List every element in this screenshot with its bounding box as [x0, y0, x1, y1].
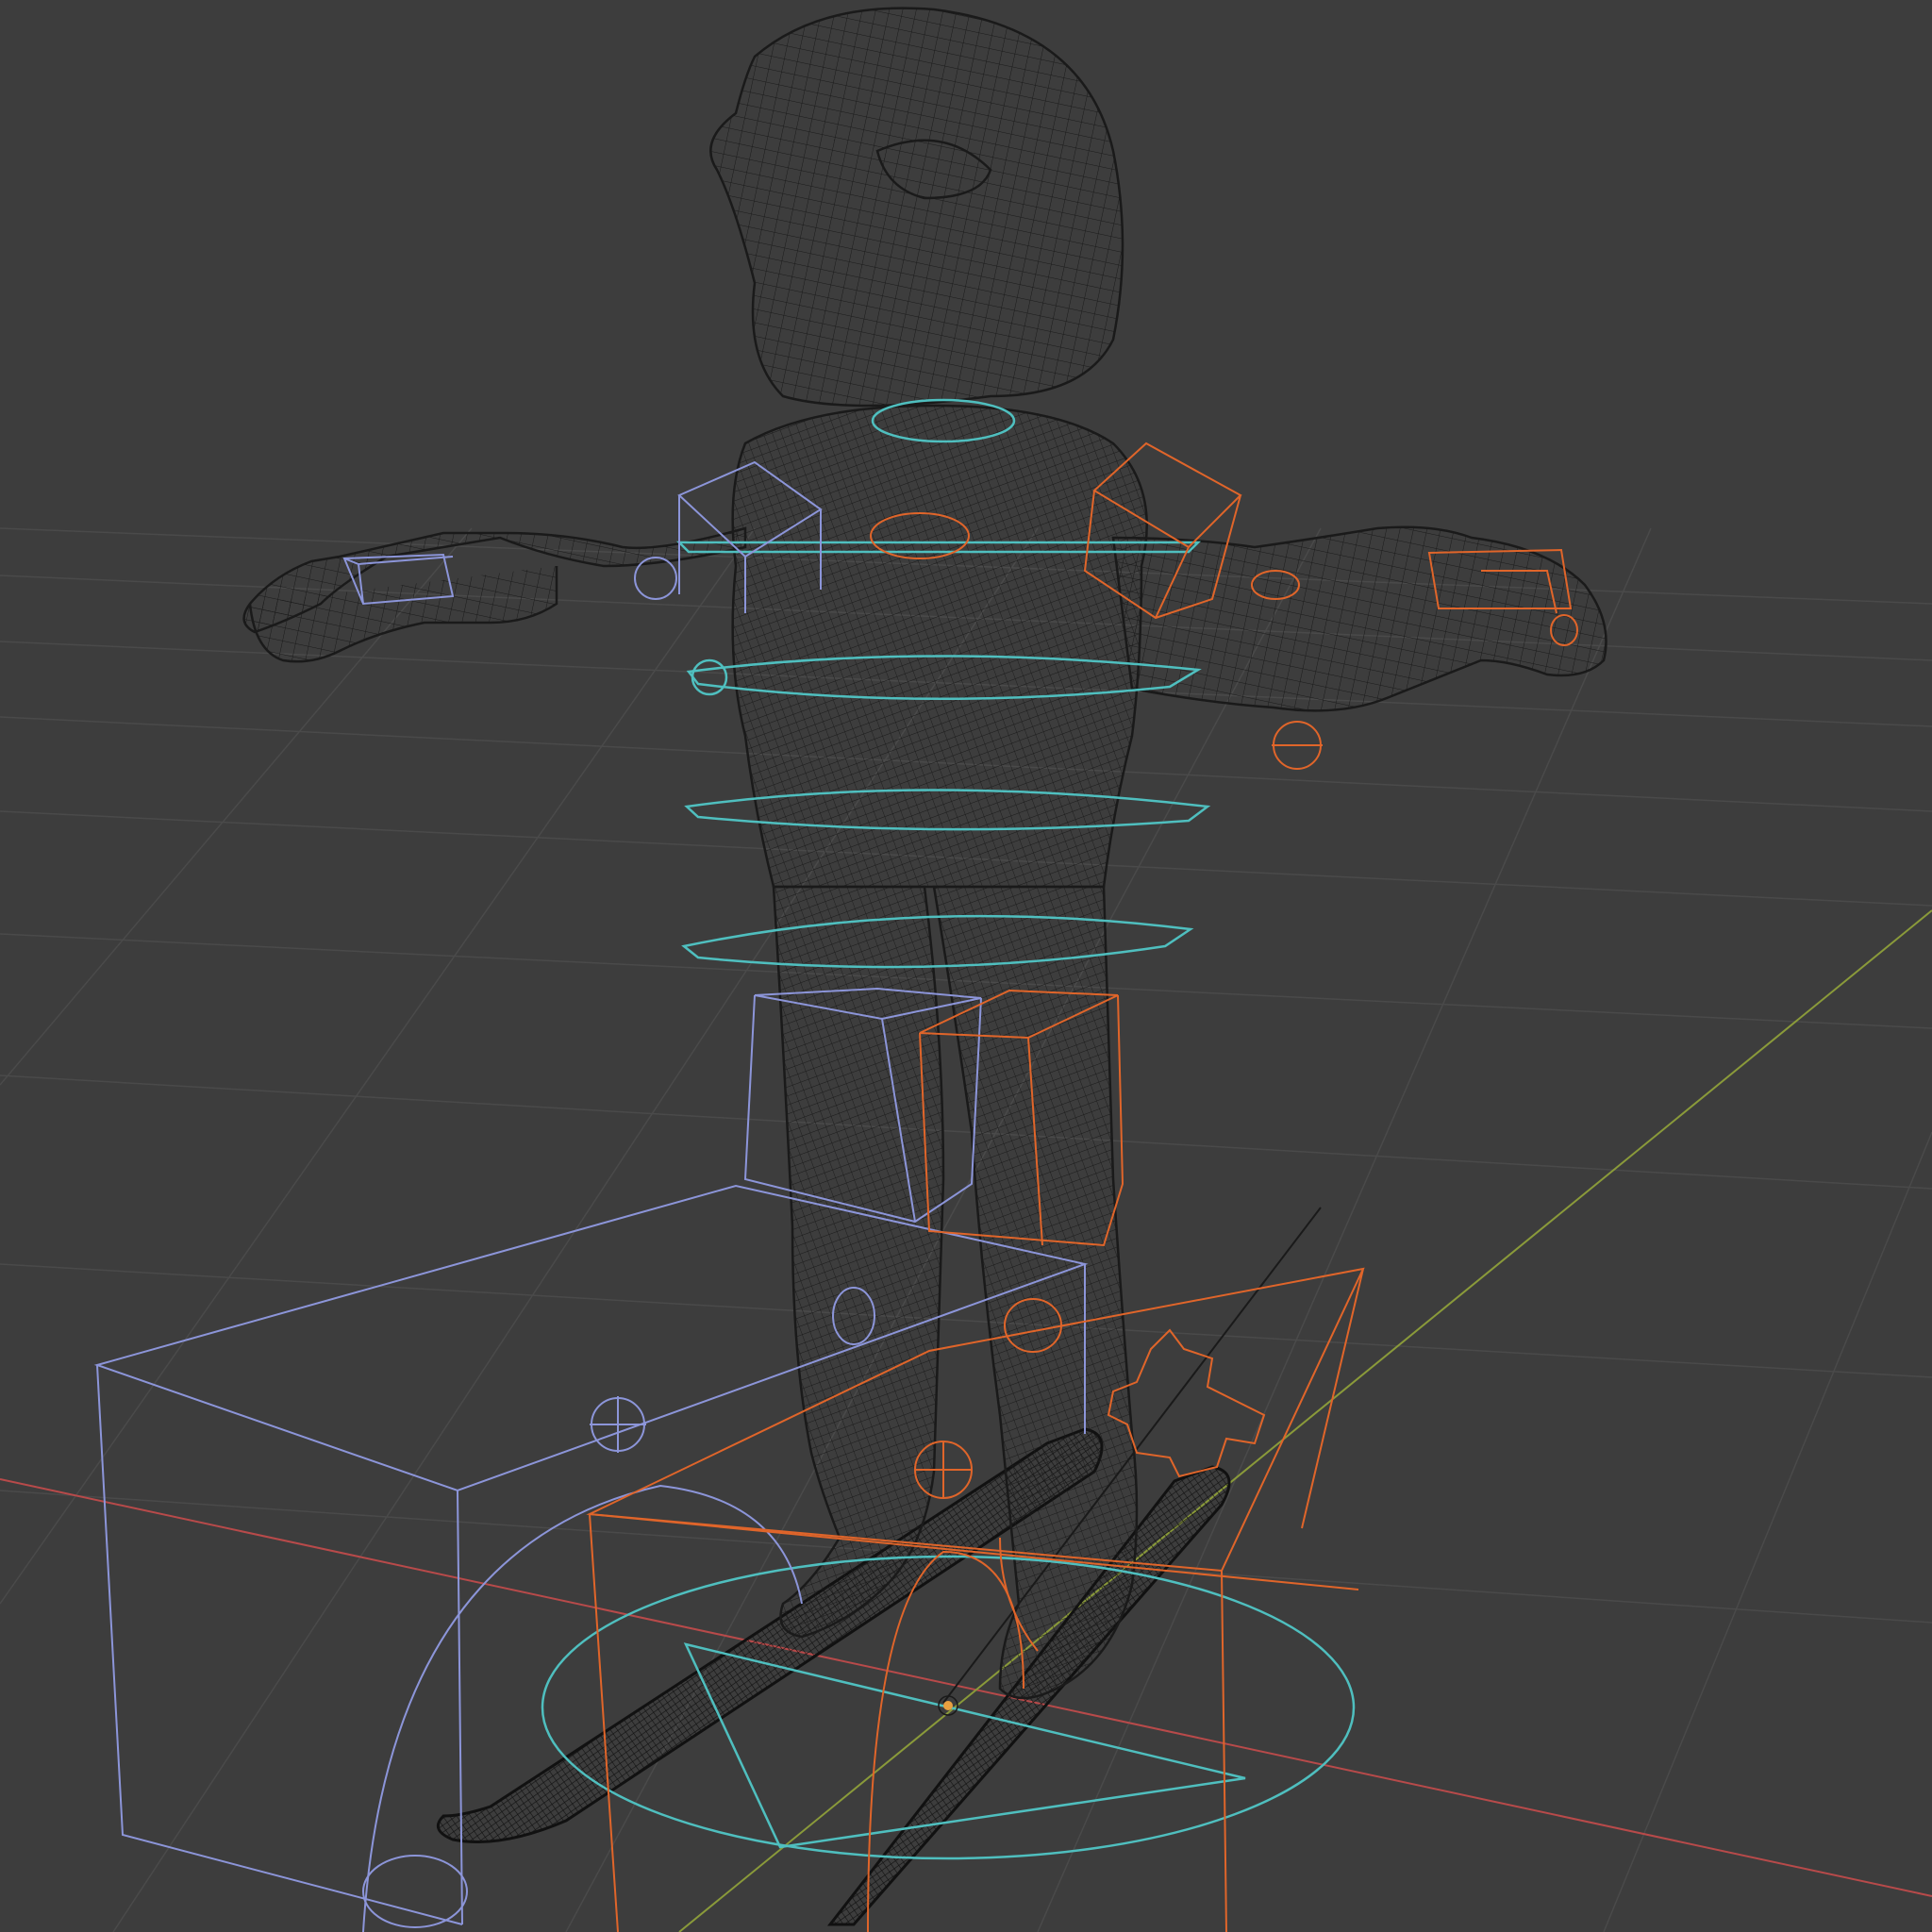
3d-viewport[interactable]: [0, 0, 1932, 1932]
torso-mesh[interactable]: [731, 404, 1148, 889]
viewport-canvas[interactable]: [0, 0, 1932, 1932]
pelvis-control[interactable]: [681, 914, 1194, 969]
ski-left[interactable]: [436, 1427, 1104, 1843]
right-foot-box[interactable]: [586, 1267, 1365, 1932]
left-toe-control[interactable]: [362, 1855, 468, 1928]
character-mesh[interactable]: [242, 7, 1607, 1700]
left-leg-mesh[interactable]: [772, 885, 945, 1639]
shoulder-left-pivot[interactable]: [691, 658, 728, 696]
head-mesh[interactable]: [709, 7, 1124, 408]
right-leg-mesh[interactable]: [932, 885, 1139, 1700]
right-arm-mesh[interactable]: [1111, 525, 1607, 712]
